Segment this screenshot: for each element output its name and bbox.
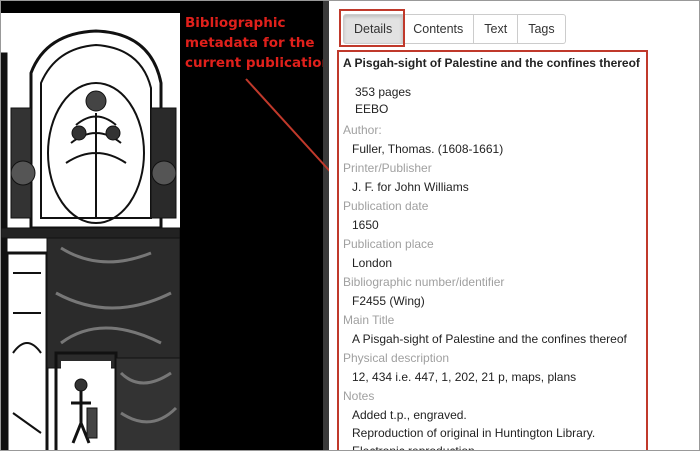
field-label-author: Author: xyxy=(343,123,382,137)
publication-title: A Pisgah-sight of Palestine and the conf… xyxy=(343,56,640,70)
tab-tags[interactable]: Tags xyxy=(518,14,566,44)
page-count: 353 pages xyxy=(355,85,412,99)
page-image-viewer[interactable]: Bibliographic metadata for the current p… xyxy=(1,1,331,450)
field-value-notes-1: Added t.p., engraved. xyxy=(352,408,467,422)
scanned-page-image xyxy=(1,13,180,450)
details-content: A Pisgah-sight of Palestine and the conf… xyxy=(343,54,653,451)
field-label-identifier: Bibliographic number/identifier xyxy=(343,275,505,289)
field-label-physical-description: Physical description xyxy=(343,351,450,365)
app-window: Bibliographic metadata for the current p… xyxy=(0,0,700,451)
field-label-pub-date: Publication date xyxy=(343,199,429,213)
metadata-panel: Details Contents Text Tags A Pisgah-sigh… xyxy=(329,1,699,451)
callout-annotation: Bibliographic metadata for the current p… xyxy=(185,13,335,73)
field-value-identifier: F2455 (Wing) xyxy=(352,294,425,308)
field-value-notes-2: Reproduction of original in Huntington L… xyxy=(352,426,596,440)
tab-text[interactable]: Text xyxy=(474,14,519,44)
field-value-printer: J. F. for John Williams xyxy=(352,180,469,194)
field-value-pub-place: London xyxy=(352,256,393,270)
collection-name: EEBO xyxy=(355,102,389,116)
field-label-printer: Printer/Publisher xyxy=(343,161,432,175)
field-label-main-title: Main Title xyxy=(343,313,395,327)
field-value-physical-description: 12, 434 i.e. 447, 1, 202, 21 p, maps, pl… xyxy=(352,370,577,384)
field-label-pub-place: Publication place xyxy=(343,237,434,251)
field-value-main-title: A Pisgah-sight of Palestine and the conf… xyxy=(352,332,627,346)
field-value-pub-date: 1650 xyxy=(352,218,379,232)
details-tab-highlight-box xyxy=(339,9,405,47)
field-value-author: Fuller, Thomas. (1608-1661) xyxy=(352,142,504,156)
callout-line-2: metadata for the xyxy=(185,35,315,51)
callout-line-1: Bibliographic xyxy=(185,15,286,31)
tab-contents[interactable]: Contents xyxy=(403,14,475,44)
callout-line-3: current publication xyxy=(185,55,332,71)
field-value-notes-3: Electronic reproduction. xyxy=(352,444,479,451)
field-label-notes: Notes xyxy=(343,389,375,403)
